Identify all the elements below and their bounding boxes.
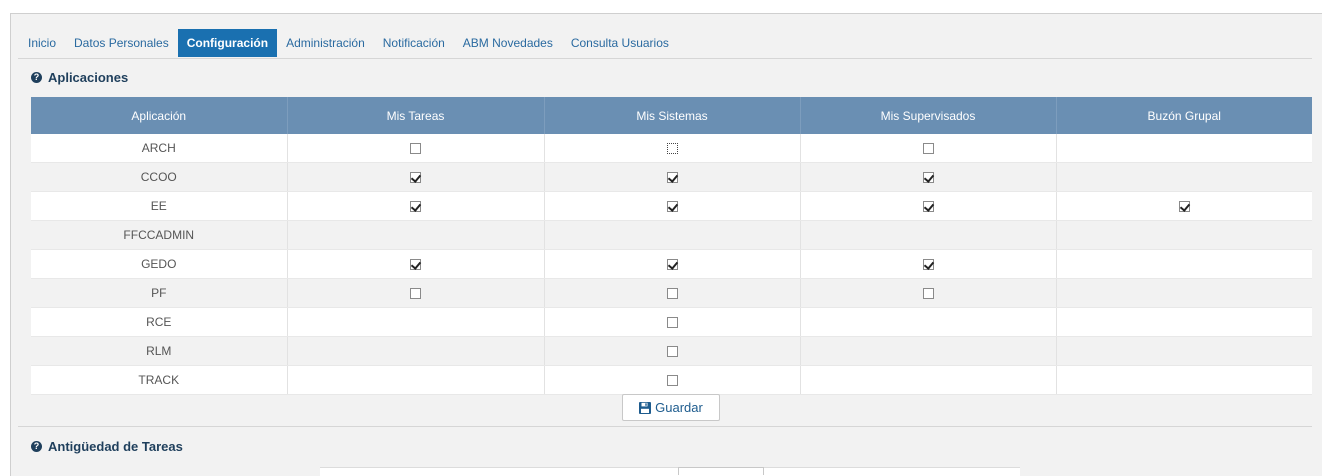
question-circle-icon[interactable]: ?: [31, 441, 42, 452]
tab-inicio[interactable]: Inicio: [19, 29, 65, 57]
table-row: RLM: [31, 336, 1312, 366]
tab-administracion[interactable]: Administración: [277, 29, 374, 57]
app-name-cell: FFCCADMIN: [31, 220, 288, 250]
app-name-cell: RCE: [31, 307, 288, 337]
tab-datos-personales[interactable]: Datos Personales: [65, 29, 178, 57]
app-name-cell: CCOO: [31, 162, 288, 192]
mis-tareas-checkbox[interactable]: [410, 143, 421, 155]
buzon-grupal-checkbox[interactable]: [1178, 201, 1190, 213]
tab-consulta-usuarios[interactable]: Consulta Usuarios: [562, 29, 678, 57]
table-row: EE: [31, 191, 1312, 221]
mis-sistemas-checkbox[interactable]: [666, 288, 678, 300]
app-name-cell: EE: [31, 191, 288, 221]
mis-tareas-checkbox[interactable]: [410, 172, 421, 184]
mis-sistemas-checkbox[interactable]: [666, 259, 678, 271]
table-row: GEDO: [31, 249, 1312, 279]
table-row: CCOO: [31, 162, 1312, 192]
mis-sistemas-checkbox[interactable]: [666, 143, 678, 155]
mis-sistemas-checkbox[interactable]: [666, 317, 678, 329]
antiguedad-section-title: ? Antigüedad de Tareas: [31, 439, 183, 454]
mis-sistemas-checkbox[interactable]: [666, 375, 678, 387]
col-header-mis-sistemas: Mis Sistemas: [544, 97, 801, 134]
tab-notificacion[interactable]: Notificación: [374, 29, 454, 57]
mis-supervisados-checkbox[interactable]: [922, 172, 934, 184]
mis-supervisados-checkbox[interactable]: [922, 143, 934, 155]
mis-sistemas-checkbox[interactable]: [666, 346, 678, 358]
antiguedad-title-text: Antigüedad de Tareas: [48, 439, 183, 454]
question-circle-icon[interactable]: ?: [31, 72, 42, 83]
tab-bar: Inicio Datos Personales Configuración Ad…: [19, 29, 678, 57]
mis-sistemas-checkbox[interactable]: [666, 201, 678, 213]
section-divider: [18, 426, 1312, 427]
mis-tareas-checkbox[interactable]: [410, 259, 421, 271]
mis-supervisados-checkbox[interactable]: [922, 259, 934, 271]
table-row: RCE: [31, 307, 1312, 337]
table-row: TRACK: [31, 365, 1312, 395]
floppy-disk-icon: [639, 401, 652, 414]
app-name-cell: RLM: [31, 336, 288, 366]
guardar-label: Guardar: [655, 400, 703, 415]
antiguedad-control[interactable]: [678, 467, 764, 475]
applications-table: Aplicación Mis Tareas Mis Sistemas Mis S…: [31, 97, 1312, 395]
mis-supervisados-checkbox[interactable]: [922, 201, 934, 213]
mis-tareas-checkbox[interactable]: [410, 201, 421, 213]
mis-tareas-checkbox[interactable]: [410, 288, 421, 300]
table-header-row: Aplicación Mis Tareas Mis Sistemas Mis S…: [31, 97, 1312, 134]
tab-abm-novedades[interactable]: ABM Novedades: [454, 29, 562, 57]
app-name-cell: PF: [31, 278, 288, 308]
table-row: PF: [31, 278, 1312, 308]
table-row: FFCCADMIN: [31, 220, 1312, 250]
app-name-cell: GEDO: [31, 249, 288, 279]
col-header-mis-tareas: Mis Tareas: [287, 97, 545, 134]
table-row: ARCH: [31, 134, 1312, 163]
mis-supervisados-checkbox[interactable]: [922, 288, 934, 300]
aplicaciones-section-title: ? Aplicaciones: [31, 70, 128, 85]
guardar-button[interactable]: Guardar: [622, 394, 720, 421]
col-header-buzon-grupal: Buzón Grupal: [1056, 97, 1312, 134]
app-name-cell: TRACK: [31, 365, 288, 395]
col-header-aplicacion: Aplicación: [31, 97, 288, 134]
mis-sistemas-checkbox[interactable]: [666, 172, 678, 184]
tab-divider: [18, 58, 1312, 59]
app-name-cell: ARCH: [31, 134, 288, 163]
aplicaciones-title-text: Aplicaciones: [48, 70, 129, 85]
col-header-mis-supervisados: Mis Supervisados: [800, 97, 1057, 134]
tab-configuracion[interactable]: Configuración: [177, 29, 278, 57]
